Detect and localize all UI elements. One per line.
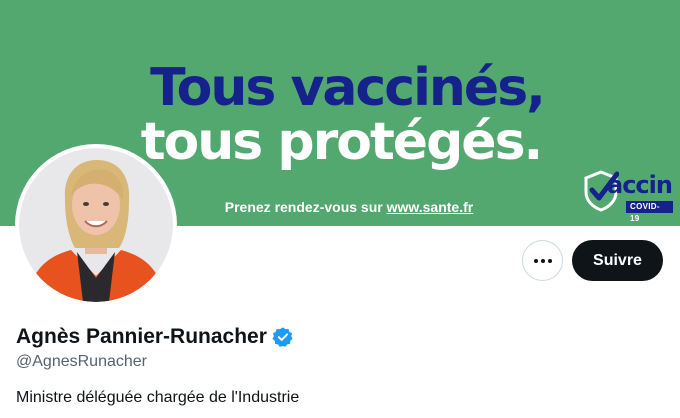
banner-cta-text: Prenez rendez-vous sur <box>224 199 387 215</box>
profile-name-row: Agnès Pannier-Runacher <box>16 325 294 349</box>
avatar[interactable] <box>15 144 177 306</box>
profile-bio: Ministre déléguée chargée de l'Industrie <box>16 389 300 406</box>
vaccin-covid-logo: accin COVID-19 <box>583 168 673 223</box>
more-horizontal-icon <box>533 258 552 263</box>
profile-handle: @AgnesRunacher <box>16 353 147 370</box>
banner-headline-line1: Tous vaccinés, <box>150 58 546 118</box>
vaccin-logo-word: accin <box>607 171 673 199</box>
verified-badge-icon[interactable] <box>272 326 294 348</box>
profile-photo <box>19 148 173 302</box>
banner-cta-site: www.sante.fr <box>386 199 474 215</box>
display-name: Agnès Pannier-Runacher <box>16 325 267 348</box>
follow-button[interactable]: Suivre <box>572 240 663 281</box>
more-options-button[interactable] <box>522 240 563 281</box>
covid-badge: COVID-19 <box>626 201 673 223</box>
